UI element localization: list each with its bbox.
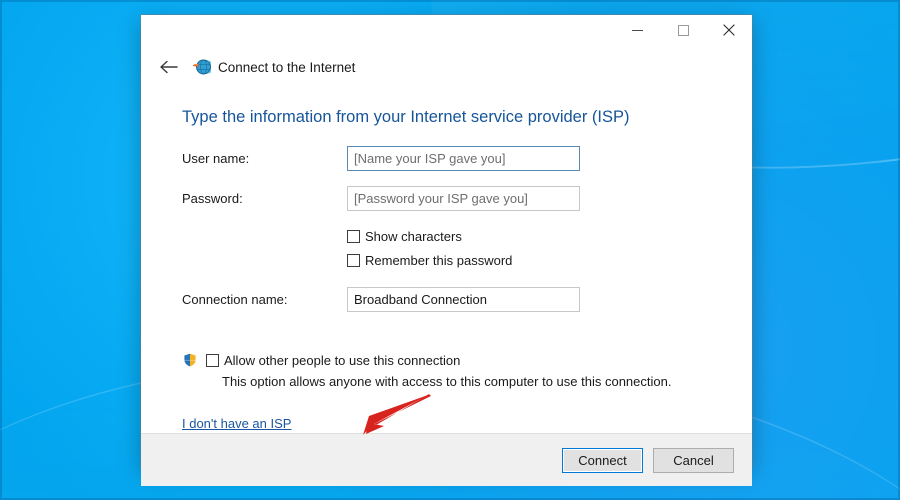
close-icon <box>723 24 735 36</box>
dialog-header: Connect to the Internet <box>141 47 752 87</box>
remember-password-checkbox[interactable] <box>347 253 360 267</box>
password-row: Password: <box>182 185 724 212</box>
back-button[interactable] <box>153 52 183 82</box>
username-row: User name: <box>182 145 724 172</box>
no-isp-link[interactable]: I don't have an ISP <box>182 416 291 431</box>
maximize-icon <box>677 24 689 36</box>
allow-others-block: Allow other people to use this connectio… <box>182 350 724 389</box>
minimize-icon <box>631 29 643 31</box>
connection-name-label: Connection name: <box>182 292 288 307</box>
allow-others-checkbox[interactable] <box>206 353 219 367</box>
isp-credentials-form: User name: Password: Show characters Rem… <box>182 145 724 433</box>
connect-to-internet-dialog: Connect to the Internet Type the informa… <box>141 15 752 486</box>
uac-shield-icon <box>182 352 198 368</box>
dialog-footer: Connect Cancel <box>141 433 752 486</box>
connection-name-input[interactable] <box>347 287 580 312</box>
form-spacer <box>182 273 724 286</box>
dialog-body: Type the information from your Internet … <box>141 87 752 435</box>
window-title: Connect to the Internet <box>218 59 356 75</box>
internet-connection-globe-icon <box>193 58 217 76</box>
remember-password-checkbox-row[interactable]: Remember this password <box>347 249 724 271</box>
allow-others-checkbox-row[interactable]: Allow other people to use this connectio… <box>182 350 724 370</box>
connection-name-row: Connection name: <box>182 286 724 313</box>
show-characters-checkbox-row[interactable]: Show characters <box>347 225 724 247</box>
minimize-button[interactable] <box>614 15 660 45</box>
allow-others-description: This option allows anyone with access to… <box>222 374 672 389</box>
page-title: Type the information from your Internet … <box>182 108 630 126</box>
password-input[interactable] <box>347 186 580 211</box>
show-characters-checkbox[interactable] <box>347 229 360 243</box>
allow-others-label: Allow other people to use this connectio… <box>224 352 461 368</box>
cancel-button[interactable]: Cancel <box>653 447 734 473</box>
username-label: User name: <box>182 151 250 166</box>
show-characters-label: Show characters <box>365 228 462 244</box>
title-bar <box>141 15 752 47</box>
connect-button[interactable]: Connect <box>562 447 643 473</box>
close-button[interactable] <box>706 15 752 45</box>
desktop-background: Connect to the Internet Type the informa… <box>0 0 900 500</box>
remember-password-label: Remember this password <box>365 252 513 268</box>
password-label: Password: <box>182 191 243 206</box>
maximize-button[interactable] <box>660 15 706 45</box>
back-arrow-icon <box>159 60 178 74</box>
username-input[interactable] <box>347 146 580 171</box>
